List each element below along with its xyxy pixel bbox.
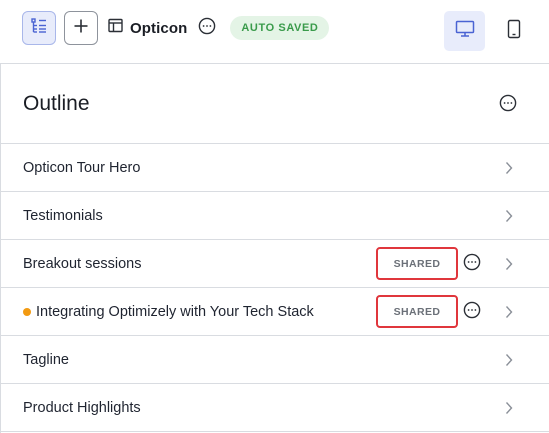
outline-item-testimonials[interactable]: Testimonials — [1, 192, 549, 240]
layout-template-icon — [108, 18, 123, 38]
page-more-options-button[interactable] — [197, 17, 217, 40]
outline-toggle-button[interactable] — [22, 11, 56, 45]
outline-item-label: Tagline — [23, 351, 69, 368]
chevron-right-icon — [502, 256, 516, 272]
chevron-right-icon — [502, 160, 516, 176]
more-horizontal-icon — [198, 17, 216, 40]
chevron-right-icon — [502, 400, 516, 416]
modified-dot-icon — [23, 307, 31, 316]
outline-title: Outline — [23, 92, 90, 115]
outline-item-breakout-sessions[interactable]: Breakout sessions SHARED — [1, 240, 549, 288]
shared-badge: SHARED — [376, 247, 458, 280]
outline-item-integrating-optimizely[interactable]: Integrating Optimizely with Your Tech St… — [1, 288, 549, 336]
editor-toolbar: Opticon AUTO SAVED — [0, 0, 549, 62]
more-horizontal-icon — [463, 253, 481, 276]
outline-item-label: Integrating Optimizely with Your Tech St… — [36, 303, 314, 320]
mobile-preview-button[interactable] — [498, 11, 530, 51]
page-title-group: Opticon AUTO SAVED — [108, 14, 330, 42]
outline-item-label-group: Integrating Optimizely with Your Tech St… — [23, 288, 314, 335]
desktop-preview-button[interactable] — [444, 11, 485, 51]
outline-item-label: Testimonials — [23, 207, 103, 224]
more-horizontal-icon — [499, 94, 517, 117]
chevron-right-icon — [502, 208, 516, 224]
plus-icon — [73, 18, 89, 39]
more-horizontal-icon — [463, 301, 481, 324]
row-more-options-button[interactable] — [462, 253, 482, 276]
outline-more-options-button[interactable] — [498, 94, 518, 117]
mobile-icon — [507, 19, 521, 44]
page-title: Opticon — [130, 19, 188, 37]
outline-list: Opticon Tour Hero Testimonials Breakout … — [1, 144, 549, 432]
outline-item-product-highlights[interactable]: Product Highlights — [1, 384, 549, 432]
desktop-icon — [455, 20, 475, 43]
outline-tree-icon — [30, 17, 48, 40]
row-more-options-button[interactable] — [462, 301, 482, 324]
chevron-right-icon — [502, 304, 516, 320]
auto-saved-badge: AUTO SAVED — [230, 16, 330, 40]
outline-header: Outline — [1, 64, 549, 144]
outline-item-opticon-tour-hero[interactable]: Opticon Tour Hero — [1, 144, 549, 192]
outline-panel: Outline Opticon Tour Hero Testimonials B… — [0, 63, 549, 433]
outline-item-tagline[interactable]: Tagline — [1, 336, 549, 384]
outline-item-label: Opticon Tour Hero — [23, 159, 141, 176]
outline-item-label: Breakout sessions — [23, 255, 142, 272]
add-button[interactable] — [64, 11, 98, 45]
shared-badge: SHARED — [376, 295, 458, 328]
chevron-right-icon — [502, 352, 516, 368]
outline-item-label: Product Highlights — [23, 399, 141, 416]
